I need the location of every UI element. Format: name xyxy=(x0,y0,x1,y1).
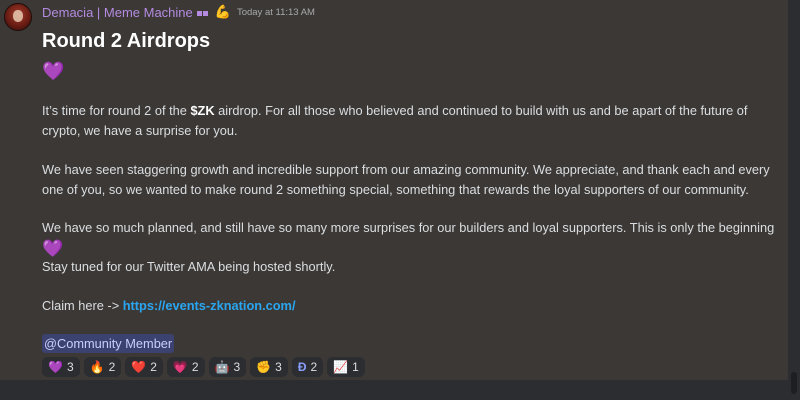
message-pane: Demacia | Meme Machine 💪 Today at 11:13 … xyxy=(0,0,788,380)
avatar[interactable] xyxy=(4,3,32,31)
muscle-icon: 💪 xyxy=(214,4,231,19)
message-header: Demacia | Meme Machine 💪 Today at 11:13 … xyxy=(42,3,315,21)
zk-logo-icon: Ð xyxy=(297,360,307,374)
fist-icon: ✊ xyxy=(256,360,272,374)
scrollbar-thumb[interactable] xyxy=(791,372,797,394)
reaction-count: 1 xyxy=(352,360,359,374)
purple-heart-icon: 💜 xyxy=(42,239,64,258)
author-name[interactable]: Demacia | Meme Machine xyxy=(42,5,193,20)
reaction-heart-outline[interactable]: 💗 2 xyxy=(166,357,205,377)
reaction-count: 3 xyxy=(66,360,74,374)
message-title: Round 2 Airdrops xyxy=(42,30,211,52)
paragraph-2: We have seen staggering growth and incre… xyxy=(42,162,770,197)
reaction-red-heart[interactable]: ❤️ 2 xyxy=(125,357,163,377)
reaction-count: 2 xyxy=(108,360,116,374)
paragraph-1: It’s time for round 2 of the $ZK airdrop… xyxy=(42,103,748,138)
vertical-scrollbar[interactable] xyxy=(788,0,800,400)
zk-token: $ZK xyxy=(190,103,215,118)
red-heart-icon: ❤️ xyxy=(131,360,147,374)
claim-link[interactable]: https://events-zknation.com/ xyxy=(123,298,296,313)
heart-outline-icon: 💗 xyxy=(172,360,188,374)
horizontal-track xyxy=(0,380,788,400)
reaction-robot[interactable]: 🤖 3 xyxy=(208,357,247,377)
reaction-zk-logo[interactable]: Ð2 xyxy=(291,357,324,377)
fire-icon: 🔥 xyxy=(89,360,105,374)
chart-icon: 📈 xyxy=(333,360,349,374)
robot-icon: 🤖 xyxy=(214,360,230,374)
purple-heart-icon: 💜 xyxy=(48,360,63,374)
reaction-chart[interactable]: 📈 1 xyxy=(327,357,365,377)
paragraph-5: Claim here -> https://events-zknation.co… xyxy=(42,298,296,313)
bottom-bar xyxy=(0,380,800,400)
reaction-fist[interactable]: ✊ 3 xyxy=(250,357,288,377)
reaction-count: 3 xyxy=(275,360,282,374)
timestamp: Today at 11:13 AM xyxy=(236,6,315,18)
reaction-count: 2 xyxy=(310,360,318,374)
reaction-count: 2 xyxy=(150,360,157,374)
purple-heart-icon: 💜 xyxy=(42,61,65,81)
reaction-fire[interactable]: 🔥 2 xyxy=(83,357,122,377)
reaction-count: 3 xyxy=(233,360,241,374)
reaction-purple-heart[interactable]: 💜 3 xyxy=(42,357,80,377)
reaction-count: 2 xyxy=(191,360,199,374)
role-mention[interactable]: @Community Member xyxy=(42,334,175,353)
paragraph-3: We have so much planned, and still have … xyxy=(42,220,775,258)
reactions-bar: 💜 3 🔥 2 ❤️ 2 💗 2 🤖 3 ✊ 3 Ð2 📈 1 xyxy=(42,357,365,377)
paragraph-4: Stay tuned for our Twitter AMA being hos… xyxy=(42,259,336,274)
role-icon xyxy=(196,3,209,21)
